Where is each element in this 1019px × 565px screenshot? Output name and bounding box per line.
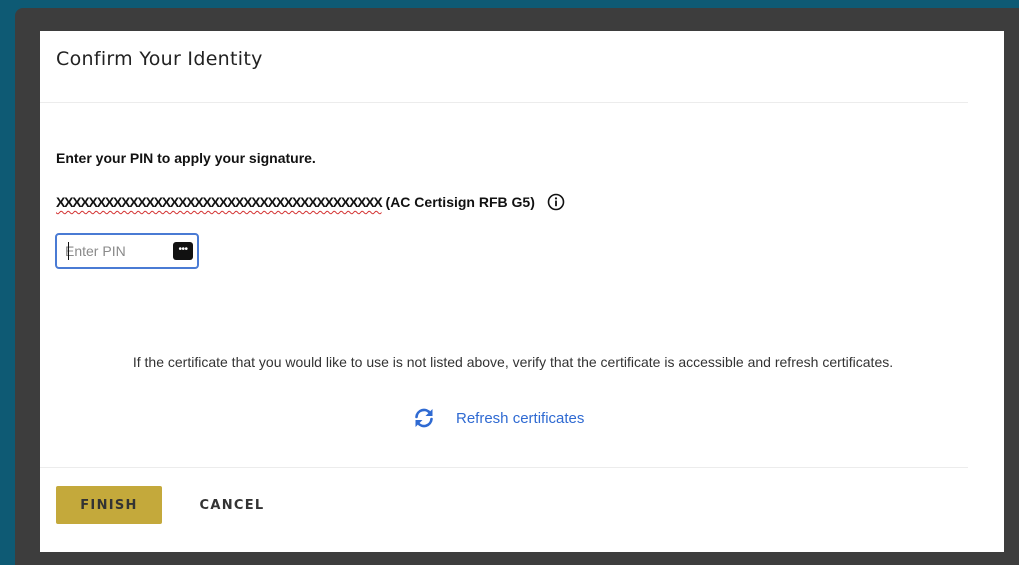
footer-divider [40,467,968,468]
finish-button[interactable]: FINISH [56,486,162,524]
certificate-issuer: (AC Certisign RFB G5) [385,194,535,210]
refresh-icon[interactable] [412,406,436,430]
certificate-row: XXXXXXXXXXXXXXXXXXXXXXXXXXXXXXXXXXXXXXXX… [56,191,565,213]
refresh-certificates-label[interactable]: Refresh certificates [456,410,584,427]
header-divider [40,102,968,103]
cancel-button[interactable]: CANCEL [182,486,282,524]
pin-field[interactable]: ••• [55,233,199,269]
info-circle-icon[interactable] [547,193,565,211]
refresh-certificates-link[interactable]: Refresh certificates [412,406,584,430]
ellipsis-key-icon[interactable]: ••• [173,242,193,260]
text-caret [68,242,69,260]
certificate-name: XXXXXXXXXXXXXXXXXXXXXXXXXXXXXXXXXXXXXXXX [56,194,383,210]
certificate-help-text: If the certificate that you would like t… [132,354,894,370]
confirm-identity-dialog: Confirm Your Identity Enter your PIN to … [40,31,1004,552]
pin-input[interactable] [65,241,169,261]
pin-instruction: Enter your PIN to apply your signature. [56,150,316,166]
dialog-title: Confirm Your Identity [56,48,263,70]
